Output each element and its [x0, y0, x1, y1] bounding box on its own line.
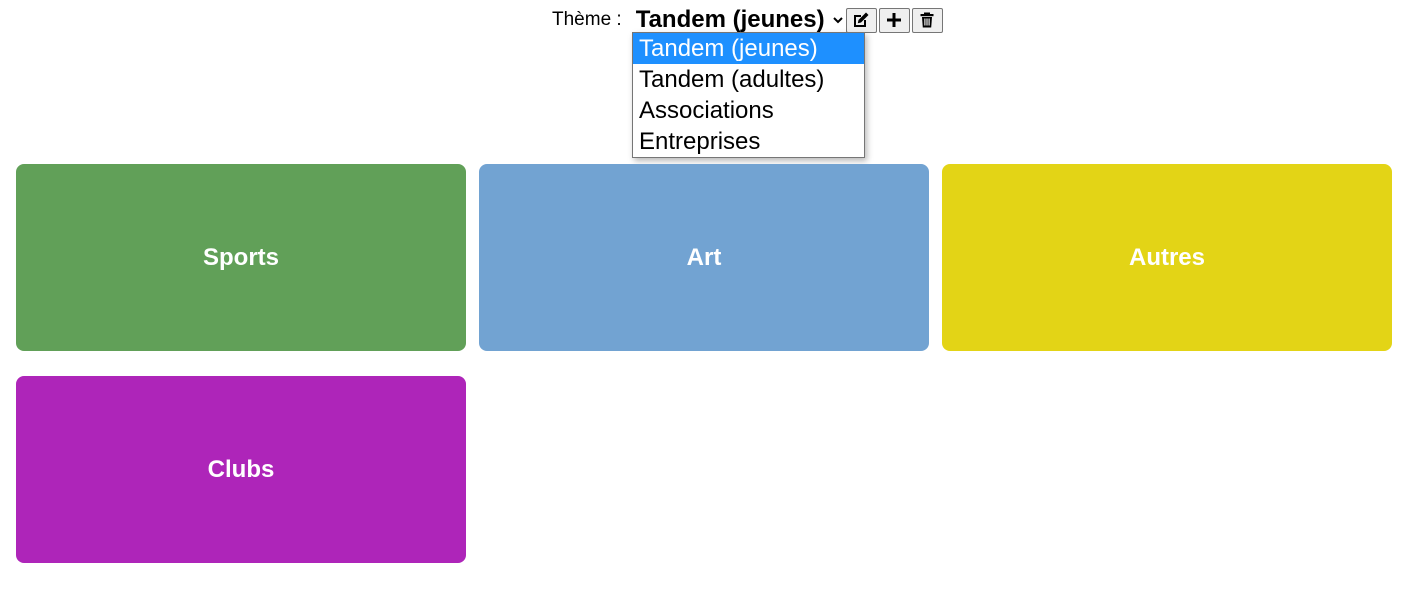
- add-theme-button[interactable]: [878, 7, 910, 33]
- theme-dropdown-list: Tandem (jeunes) Tandem (adultes) Associa…: [632, 32, 865, 158]
- theme-option-tandem-adultes[interactable]: Tandem (adultes): [633, 64, 864, 95]
- theme-option-associations[interactable]: Associations: [633, 95, 864, 126]
- theme-option-tandem-jeunes[interactable]: Tandem (jeunes): [633, 33, 864, 64]
- category-label: Sports: [202, 243, 279, 271]
- category-label: Autres: [1128, 243, 1206, 271]
- plus-icon: [887, 13, 902, 27]
- delete-theme-button[interactable]: [911, 7, 943, 33]
- category-card-sports[interactable]: Sports: [16, 164, 466, 351]
- theme-toolbar: Thème : Tandem (jeunes): [552, 6, 943, 34]
- category-card-art[interactable]: Art: [479, 164, 929, 351]
- theme-option-entreprises[interactable]: Entreprises: [633, 126, 864, 157]
- edit-icon: [854, 12, 869, 27]
- chevron-down-icon: [832, 17, 843, 24]
- category-label: Clubs: [207, 455, 275, 483]
- theme-select[interactable]: Tandem (jeunes): [632, 6, 846, 34]
- category-label: Art: [686, 243, 722, 271]
- edit-theme-button[interactable]: [845, 7, 877, 33]
- theme-select-value: Tandem (jeunes): [635, 6, 825, 33]
- theme-label: Thème :: [552, 9, 622, 30]
- category-card-clubs[interactable]: Clubs: [16, 376, 466, 563]
- trash-icon: [920, 12, 934, 28]
- category-card-autres[interactable]: Autres: [942, 164, 1392, 351]
